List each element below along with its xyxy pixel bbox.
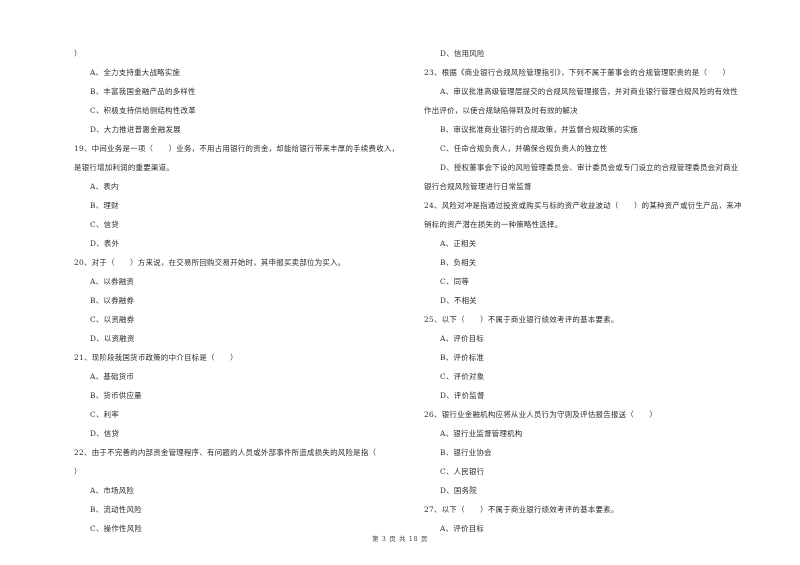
- answer-option: B、理财: [90, 201, 119, 210]
- question-text: 22、由于不完善的内部资金管理程序、有问题的人员或外部事件所造成损失的风险是指（: [74, 448, 377, 457]
- answer-option: D、评价监督: [440, 391, 485, 400]
- question-continuation: ）: [74, 467, 82, 476]
- right-column: D、信用风险 23、根据《商业银行合规风险管理指引》，下列不属于董事会的合规管理职…: [424, 44, 764, 538]
- answer-option: C、积极支持供给侧结构性改革: [90, 106, 196, 115]
- question-continuation: 是银行增加利润的重要渠道。: [74, 163, 174, 172]
- answer-option: C、信贷: [90, 220, 120, 229]
- question-text: 19、中间业务是一项（ ）业务，不用占用银行的资金，却能给银行带来丰厚的手续费收…: [74, 144, 400, 153]
- answer-option: C、同等: [440, 277, 470, 286]
- answer-option: D、信用风险: [440, 49, 485, 58]
- left-column: ） A、全力支持重大战略实施 B、丰富我国金融产品的多样性 C、积极支持供给侧结构性改…: [74, 44, 414, 538]
- answer-option: D、不相关: [440, 296, 477, 305]
- question-continuation: ）: [74, 49, 82, 58]
- answer-option: A、基础货币: [90, 372, 135, 381]
- answer-option: A、全力支持重大战略实施: [90, 68, 181, 77]
- answer-option: C、人民银行: [440, 467, 485, 476]
- answer-option: B、审议批准商业银行的合规政策，并监督合规政策的实施: [440, 125, 638, 134]
- question-text: 20、对于（ ）方来说，在交易所回购交易开始时，其申报买卖部位为买入。: [74, 258, 346, 267]
- answer-option: A、正相关: [440, 239, 477, 248]
- answer-option: B、银行业协会: [440, 448, 492, 457]
- document-page: ） A、全力支持重大战略实施 B、丰富我国金融产品的多样性 C、积极支持供给侧结构性改…: [0, 0, 800, 565]
- answer-option: D、国务院: [440, 486, 477, 495]
- page-footer: 第 3 页 共 18 页: [372, 535, 428, 543]
- answer-option: B、以券融券: [90, 296, 135, 305]
- question-continuation: 作出评价，以使合规缺陷得到及时有效的解决: [424, 106, 578, 115]
- answer-option: C、以资融券: [90, 315, 135, 324]
- answer-option: C、任命合规负责人，并确保合规负责人的独立性: [440, 144, 608, 153]
- question-text: 27、以下（ ）不属于商业银行绩效考评的基本要素。: [424, 505, 619, 514]
- question-text: 25、以下（ ）不属于商业银行绩效考评的基本要素。: [424, 315, 619, 324]
- answer-option: A、评价目标: [440, 334, 485, 343]
- answer-option: B、流动性风险: [90, 505, 142, 514]
- question-continuation: 销标的资产潜在损失的一种策略性选择。: [424, 220, 563, 229]
- answer-option: B、货币供应量: [90, 391, 142, 400]
- answer-option: C、评价对象: [440, 372, 485, 381]
- answer-option: D、大力推进普惠金融发展: [90, 125, 181, 134]
- answer-option: D、信贷: [90, 429, 120, 438]
- answer-option: C、利率: [90, 410, 120, 419]
- answer-option: B、丰富我国金融产品的多样性: [90, 87, 196, 96]
- answer-option: A、审议批准高级管理层提交的合规风险管理报告，并对商业银行管理合规风险的有效性: [440, 87, 738, 96]
- answer-option: D、以资融资: [90, 334, 135, 343]
- question-text: 26、银行业金融机构应将从业人员行为守则及评估报告报送（ ）: [424, 410, 658, 419]
- answer-option: A、银行业监督管理机构: [440, 429, 523, 438]
- question-text: 24、风险对冲是指通过投资或购买与标的资产收益波动（ ）的某种资产或衍生产品，来…: [424, 201, 742, 210]
- answer-option: A、市场风险: [90, 486, 135, 495]
- answer-option: A、表内: [90, 182, 119, 191]
- answer-option: A、以券融资: [90, 277, 135, 286]
- answer-option: B、评价标准: [440, 353, 485, 362]
- question-continuation: 银行合规风险管理进行日常监督: [424, 182, 532, 191]
- answer-option: D、授权董事会下设的风险管理委员会、审计委员会或专门设立的合规管理委员会对商业: [440, 163, 739, 172]
- question-text: 21、现阶段我国货币政策的中介目标是（ ）: [74, 353, 238, 362]
- answer-option: D、表外: [90, 239, 120, 248]
- answer-option: B、负相关: [440, 258, 477, 267]
- question-text: 23、根据《商业银行合规风险管理指引》，下列不属于董事会的合规管理职责的是（ ）: [424, 68, 731, 77]
